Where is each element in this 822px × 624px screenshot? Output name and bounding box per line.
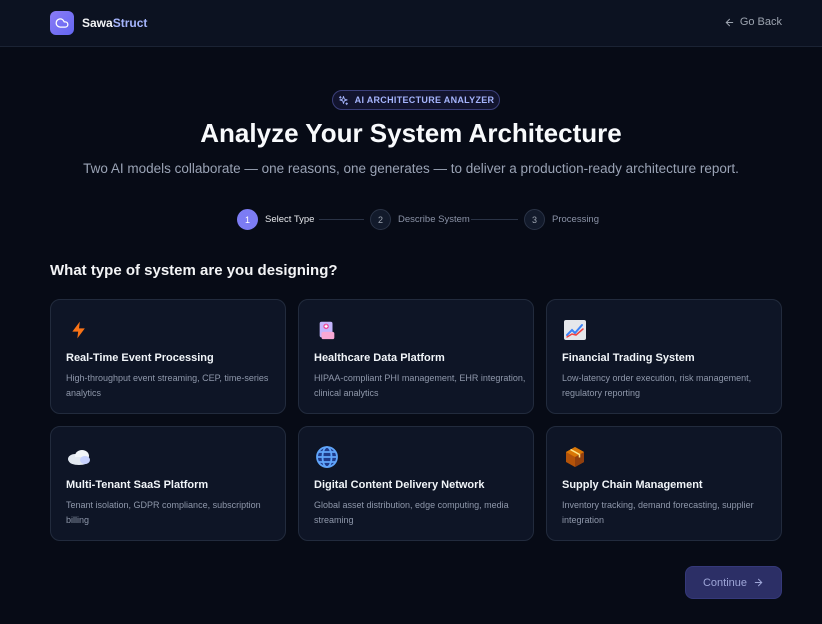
cloud-logo-icon bbox=[55, 18, 69, 28]
card-description: Global asset distribution, edge computin… bbox=[314, 500, 509, 525]
arrow-right-icon bbox=[754, 578, 763, 587]
section-question: What type of system are you designing? bbox=[50, 262, 338, 279]
page-title: Analyze Your System Architecture bbox=[200, 118, 622, 148]
top-navbar: SawaStruct Go Back bbox=[0, 0, 822, 47]
continue-button[interactable]: Continue bbox=[685, 566, 782, 599]
stepper-connector bbox=[471, 219, 518, 220]
cloud-icon bbox=[66, 444, 92, 470]
card-description: Tenant isolation, GDPR compliance, subsc… bbox=[66, 500, 261, 525]
brand-name-part2: Struct bbox=[112, 16, 148, 30]
logo[interactable] bbox=[50, 11, 74, 35]
chart-trending-up-icon bbox=[562, 317, 588, 343]
step-label: Processing bbox=[552, 214, 599, 225]
arrow-left-icon bbox=[725, 18, 734, 26]
globe-icon bbox=[314, 444, 340, 470]
card-real-time-event-processing[interactable]: Real-Time Event Processing High-throughp… bbox=[50, 299, 286, 414]
package-icon bbox=[562, 444, 588, 470]
card-financial-trading-system[interactable]: Financial Trading System Low-latency ord… bbox=[546, 299, 782, 414]
brand-name-part1: Sawa bbox=[82, 16, 113, 30]
lightning-icon bbox=[66, 317, 92, 343]
step-label: Select Type bbox=[265, 214, 315, 225]
card-description: Low-latency order execution, risk manage… bbox=[562, 373, 752, 398]
step-processing[interactable]: 3 Processing bbox=[524, 209, 599, 230]
step-describe-system[interactable]: 2 Describe System bbox=[370, 209, 470, 230]
card-description: High-throughput event streaming, CEP, ti… bbox=[66, 373, 269, 398]
card-title: Multi-Tenant SaaS Platform bbox=[66, 479, 209, 491]
card-supply-chain-management[interactable]: Supply Chain Management Inventory tracki… bbox=[546, 426, 782, 541]
brand-name[interactable]: SawaStruct bbox=[82, 16, 147, 30]
card-description: HIPAA-compliant PHI management, EHR inte… bbox=[314, 373, 526, 398]
card-multi-tenant-saas-platform[interactable]: Multi-Tenant SaaS Platform Tenant isolat… bbox=[50, 426, 286, 541]
continue-label: Continue bbox=[702, 576, 748, 589]
card-description: Inventory tracking, demand forecasting, … bbox=[562, 500, 754, 525]
go-back-label: Go Back bbox=[739, 16, 782, 28]
card-title: Healthcare Data Platform bbox=[314, 352, 445, 364]
card-digital-content-delivery-network[interactable]: Digital Content Delivery Network Global … bbox=[298, 426, 534, 541]
step-number: 1 bbox=[237, 209, 258, 230]
sparkles-icon bbox=[338, 95, 348, 105]
step-number: 3 bbox=[524, 209, 545, 230]
card-title: Supply Chain Management bbox=[562, 479, 703, 491]
card-healthcare-data-platform[interactable]: Healthcare Data Platform HIPAA-compliant… bbox=[298, 299, 534, 414]
progress-stepper: 1 Select Type 2 Describe System 3 Proces… bbox=[0, 209, 822, 231]
medical-records-icon bbox=[314, 317, 340, 343]
card-title: Digital Content Delivery Network bbox=[314, 479, 485, 491]
card-title: Real-Time Event Processing bbox=[66, 352, 214, 364]
step-label: Describe System bbox=[398, 214, 470, 225]
stepper-connector bbox=[319, 219, 364, 220]
step-select-type[interactable]: 1 Select Type bbox=[237, 209, 314, 230]
analyzer-badge: AI ARCHITECTURE ANALYZER bbox=[332, 90, 500, 110]
page-subtitle: Two AI models collaborate — one reasons,… bbox=[83, 161, 739, 176]
step-number: 2 bbox=[370, 209, 391, 230]
go-back-button[interactable]: Go Back bbox=[724, 16, 782, 28]
badge-label: AI ARCHITECTURE ANALYZER bbox=[354, 95, 495, 105]
card-title: Financial Trading System bbox=[562, 352, 695, 364]
